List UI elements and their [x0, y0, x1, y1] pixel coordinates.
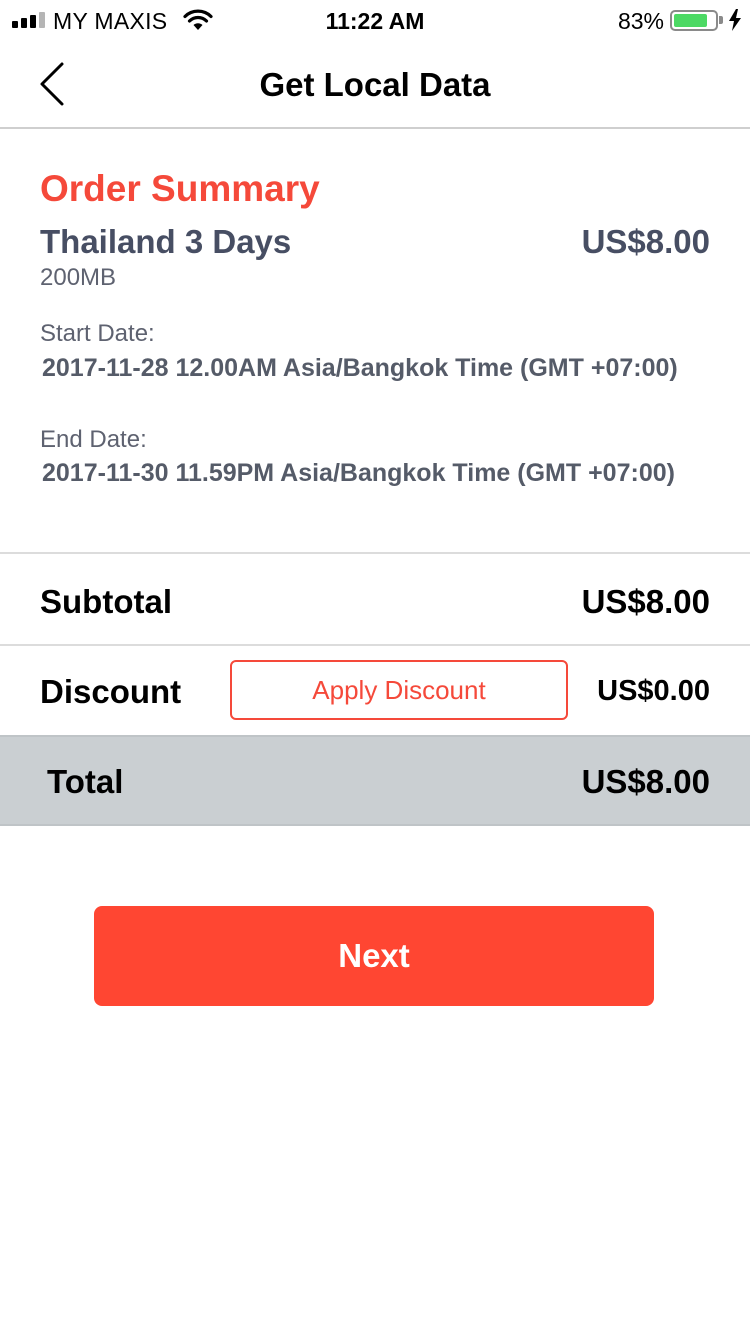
- discount-label: Discount: [40, 673, 182, 710]
- order-summary-heading: Order Summary: [40, 168, 320, 209]
- plan-name: Thailand 3 Days: [40, 223, 292, 260]
- charging-icon: [728, 9, 742, 37]
- end-date-value: 2017-11-30 11.59PM Asia/Bangkok Time (GM…: [42, 459, 675, 487]
- order-summary-section: Order Summary Thailand 3 Days US$8.00 20…: [0, 130, 750, 553]
- total-label: Total: [47, 763, 124, 800]
- start-date-label: Start Date:: [40, 320, 155, 347]
- subtotal-value: US$8.00: [581, 583, 710, 620]
- status-bar: MY MAXIS 11:22 AM 83%: [0, 0, 750, 40]
- apply-discount-button[interactable]: Apply Discount: [230, 660, 568, 720]
- page-title: Get Local Data: [259, 66, 491, 103]
- end-date-label: End Date:: [40, 426, 147, 453]
- battery-level-fill: [674, 14, 708, 27]
- divider: [0, 552, 750, 554]
- battery-percent: 83%: [617, 8, 664, 34]
- discount-value: US$0.00: [597, 675, 710, 707]
- divider: [0, 644, 750, 646]
- battery-icon: [670, 10, 718, 31]
- plan-price: US$8.00: [581, 223, 710, 260]
- subtotal-label: Subtotal: [40, 583, 172, 620]
- battery-tip: [719, 16, 723, 24]
- next-button[interactable]: Next: [94, 906, 654, 1006]
- start-date-value: 2017-11-28 12.00AM Asia/Bangkok Time (GM…: [42, 354, 678, 382]
- app-screen: MY MAXIS 11:22 AM 83% Get Local Data Ord…: [0, 0, 750, 1334]
- nav-bar: Get Local Data: [0, 40, 750, 129]
- total-bar: Total US$8.00: [0, 735, 750, 826]
- plan-data-amount: 200MB: [40, 264, 117, 291]
- total-value: US$8.00: [581, 763, 710, 800]
